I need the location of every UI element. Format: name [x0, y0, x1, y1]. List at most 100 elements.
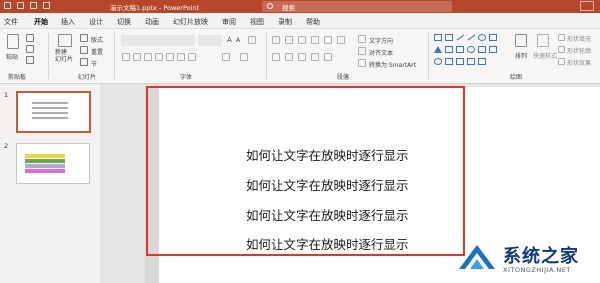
align-left-icon[interactable]: [272, 53, 280, 61]
callout-shape-icon[interactable]: [467, 46, 475, 53]
quick-access-toolbar: [4, 2, 50, 9]
decrease-indent-icon[interactable]: [298, 36, 306, 44]
font-group-label: 字体: [180, 74, 193, 81]
shape-outline-icon[interactable]: [558, 46, 565, 53]
thumbnail-bar: [25, 169, 65, 173]
layout-icon[interactable]: [80, 34, 88, 42]
redo-icon[interactable]: [30, 2, 37, 9]
cut-icon[interactable]: [26, 34, 34, 42]
justify-icon[interactable]: [311, 53, 319, 61]
shape-outline-label[interactable]: 形状轮廓: [567, 46, 591, 55]
star-shape-icon[interactable]: [478, 46, 486, 53]
thumbnail-text-line: [32, 107, 68, 109]
brace-shape-icon[interactable]: [489, 46, 497, 53]
undo-icon[interactable]: [17, 2, 24, 9]
new-slide-label[interactable]: 新建 幻灯片: [55, 49, 73, 63]
tab-view[interactable]: 视图: [250, 17, 264, 27]
increase-indent-icon[interactable]: [311, 36, 319, 44]
textbox-shape-icon[interactable]: [445, 34, 453, 41]
arrow-shape-icon[interactable]: [467, 34, 476, 41]
align-text-label[interactable]: 对齐文本: [369, 48, 393, 57]
tab-record[interactable]: 录制: [278, 17, 292, 27]
slide-thumbnail-1[interactable]: [16, 91, 91, 133]
new-slide-icon[interactable]: [58, 34, 72, 47]
line-spacing-icon[interactable]: [324, 36, 332, 44]
strikethrough-icon[interactable]: [166, 53, 174, 61]
shape-fill-icon[interactable]: [558, 34, 565, 41]
search-box[interactable]: 搜索: [262, 1, 452, 12]
text-direction-icon[interactable]: [358, 35, 366, 43]
arc-shape-icon[interactable]: [434, 58, 442, 65]
tab-animations[interactable]: 动画: [145, 17, 159, 27]
align-text-icon[interactable]: [358, 47, 366, 55]
case-icon[interactable]: [188, 53, 196, 61]
line-shape-icon[interactable]: [456, 34, 465, 41]
triangle-shape-icon[interactable]: [434, 46, 442, 53]
reset-icon[interactable]: [80, 46, 88, 54]
slide-text-line[interactable]: 如何让文字在放映时逐行显示: [246, 234, 409, 253]
tab-design[interactable]: 设计: [89, 17, 103, 27]
font-name-dropdown[interactable]: [121, 35, 195, 46]
distribute-icon[interactable]: [324, 53, 332, 61]
tab-slideshow[interactable]: 幻灯片放映: [173, 17, 208, 27]
text-direction-label[interactable]: 文字方向: [369, 36, 393, 45]
copy-icon[interactable]: [26, 45, 34, 53]
watermark-name: 系统之家: [503, 246, 579, 267]
arrange-icon[interactable]: [515, 34, 527, 47]
flowchart-shape-icon[interactable]: [445, 46, 453, 53]
shape-fill-label[interactable]: 形状填充: [567, 34, 591, 43]
font-color-icon[interactable]: [240, 53, 248, 61]
smartart-label[interactable]: 转换为 SmartArt: [369, 60, 416, 69]
present-icon[interactable]: [43, 2, 50, 9]
rounded-rect-shape-icon[interactable]: [489, 34, 497, 41]
shape-effects-label[interactable]: 形状效果: [567, 58, 591, 67]
curve-shape-icon[interactable]: [445, 58, 453, 65]
highlight-color-icon[interactable]: [222, 53, 230, 61]
section-label[interactable]: 节: [91, 59, 97, 68]
format-painter-icon[interactable]: [26, 56, 34, 64]
shape-effects-icon[interactable]: [558, 58, 565, 65]
rectangle-shape-icon[interactable]: [434, 34, 442, 41]
grow-font-icon[interactable]: A: [227, 36, 232, 44]
arrange-label[interactable]: 排列: [515, 51, 527, 60]
bold-icon[interactable]: [122, 53, 130, 61]
underline-icon[interactable]: [144, 53, 152, 61]
freeform-shape-icon[interactable]: [456, 58, 464, 65]
slide-thumbnail-2[interactable]: [16, 143, 90, 184]
font-size-dropdown[interactable]: [198, 35, 222, 46]
slide-text-line[interactable]: 如何让文字在放映时逐行显示: [246, 145, 409, 164]
spacing-icon[interactable]: [177, 53, 185, 61]
numbering-icon[interactable]: [285, 36, 293, 44]
shadow-icon[interactable]: [155, 53, 163, 61]
italic-icon[interactable]: [133, 53, 141, 61]
block-arrow-shape-icon[interactable]: [456, 46, 464, 53]
quick-styles-icon[interactable]: [537, 34, 549, 47]
tab-help[interactable]: 帮助: [306, 17, 320, 27]
slide-text-line[interactable]: 如何让文字在放映时逐行显示: [246, 205, 409, 224]
tab-home[interactable]: 开始: [34, 17, 48, 31]
tab-file[interactable]: 文件: [4, 17, 18, 27]
reset-label[interactable]: 重置: [91, 47, 103, 56]
tab-review[interactable]: 审阅: [222, 17, 236, 27]
bullets-icon[interactable]: [272, 36, 280, 44]
paste-icon[interactable]: [7, 34, 19, 49]
layout-label[interactable]: 版式: [91, 35, 103, 44]
minimize-button[interactable]: [580, 1, 594, 11]
tab-transitions[interactable]: 切换: [117, 17, 131, 27]
align-right-icon[interactable]: [298, 53, 306, 61]
slide-text-line[interactable]: 如何让文字在放映时逐行显示: [246, 175, 409, 194]
thumbnail-text-line: [32, 117, 68, 119]
columns-icon[interactable]: [337, 36, 345, 44]
smartart-icon[interactable]: [358, 59, 366, 67]
quick-styles-label[interactable]: 快速样式: [533, 51, 557, 60]
section-icon[interactable]: [80, 58, 88, 66]
oval-shape-icon[interactable]: [478, 34, 486, 41]
thumbnail-bar: [25, 154, 65, 158]
align-center-icon[interactable]: [285, 53, 293, 61]
shrink-font-icon[interactable]: A: [236, 37, 240, 44]
more-shapes-icon[interactable]: [478, 58, 486, 65]
save-icon[interactable]: [4, 2, 11, 9]
bracket-shape-icon[interactable]: [467, 58, 475, 65]
clear-format-icon[interactable]: [248, 36, 256, 44]
tab-insert[interactable]: 插入: [61, 17, 75, 27]
